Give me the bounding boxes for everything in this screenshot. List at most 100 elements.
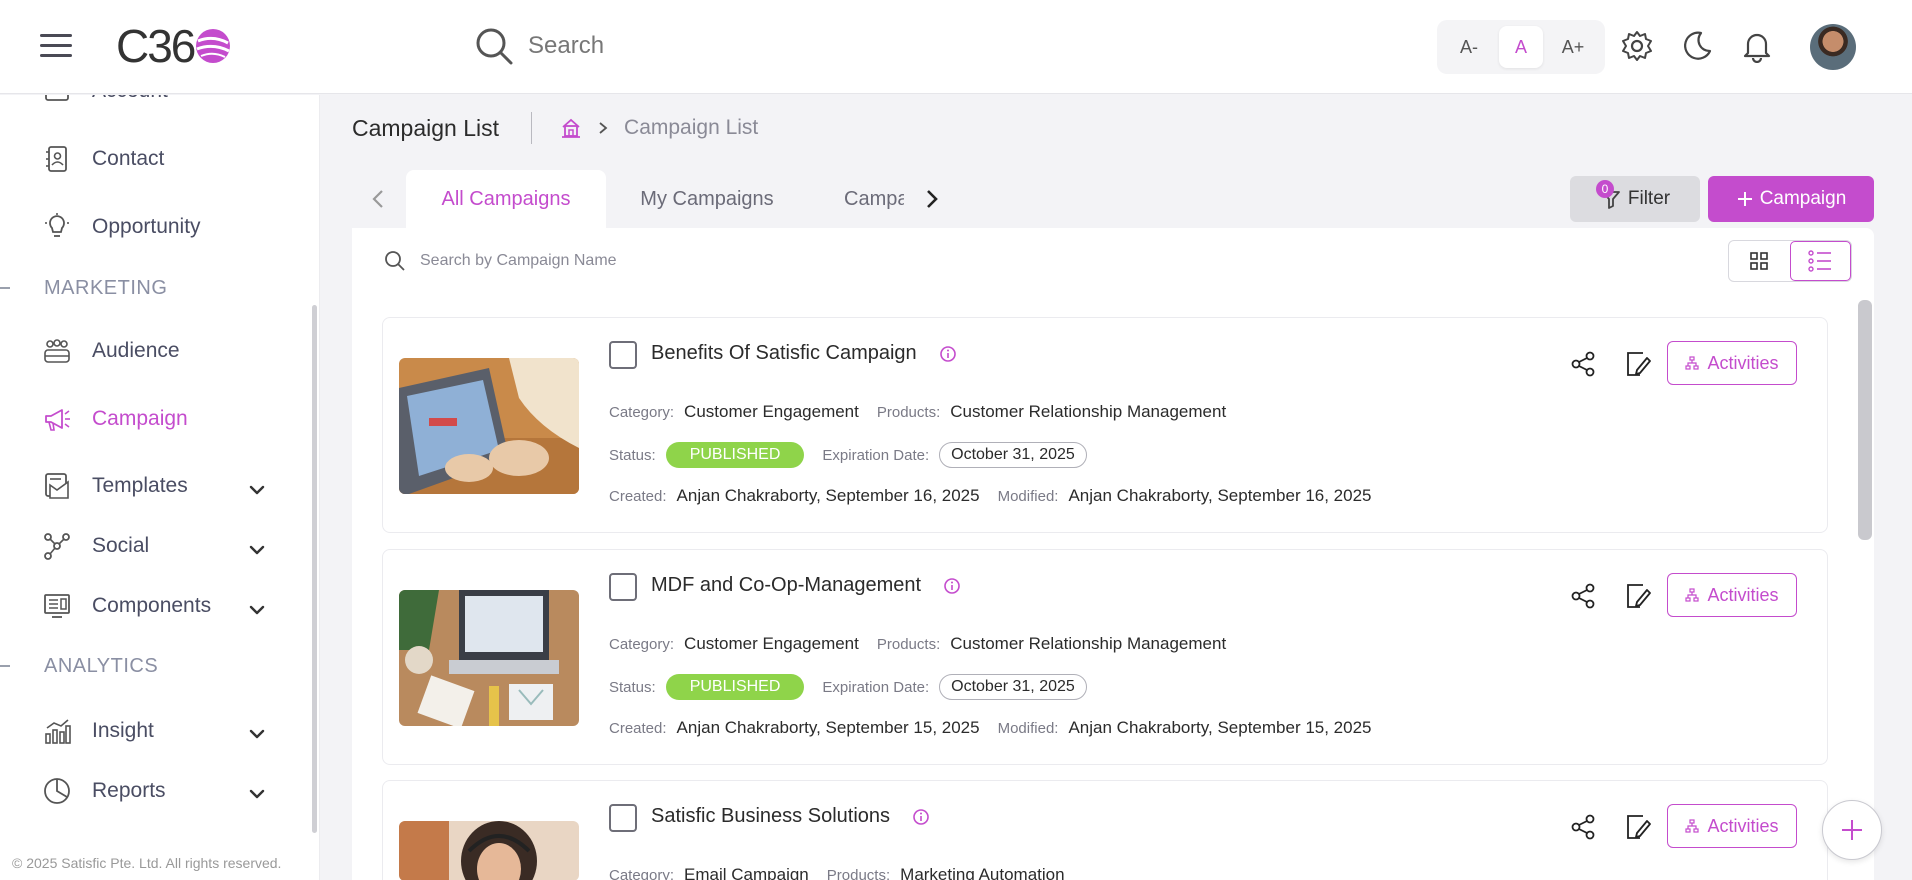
campaign-thumbnail: [399, 821, 579, 880]
sidebar-item-label: Account: [92, 95, 168, 103]
products-label: Products:: [826, 866, 891, 880]
category-row: Category: Customer Engagement Products: …: [609, 634, 1244, 654]
sidebar-item-opportunity[interactable]: Opportunity: [42, 207, 201, 247]
card-checkbox[interactable]: [609, 804, 637, 832]
campaign-card[interactable]: MDF and Co-Op-Management Category: Custo…: [382, 549, 1828, 765]
info-icon[interactable]: [939, 345, 957, 363]
sidebar-item-label: Campaign: [92, 407, 188, 430]
logo-globe-icon: [196, 29, 231, 63]
insight-icon: [45, 719, 71, 744]
modified-label: Modified:: [997, 487, 1059, 505]
sidebar-item-insight[interactable]: Insight: [42, 711, 154, 751]
card-checkbox[interactable]: [609, 341, 637, 369]
status-label: Status:: [609, 446, 656, 464]
settings-icon[interactable]: [1620, 29, 1654, 63]
sidebar-item-reports[interactable]: Reports: [42, 771, 166, 811]
section-divider: [0, 665, 10, 667]
status-badge: PUBLISHED: [665, 674, 805, 700]
edit-icon[interactable]: [1623, 350, 1651, 378]
tab-my-campaigns[interactable]: My Campaigns: [618, 170, 796, 228]
chevron-down-icon[interactable]: [246, 479, 268, 501]
global-search[interactable]: Search: [474, 26, 604, 66]
share-icon[interactable]: [1569, 582, 1597, 610]
social-icon: [44, 533, 70, 560]
status-label: Status:: [609, 678, 656, 696]
activities-label: Activities: [1707, 352, 1779, 373]
sidebar-item-audience[interactable]: Audience: [42, 331, 180, 371]
sidebar-item-social[interactable]: Social: [42, 526, 149, 566]
modified-value: Anjan Chakraborty, September 16, 2025: [1068, 486, 1372, 505]
tabs-prev-icon[interactable]: [366, 186, 392, 212]
tab-campaigns-more[interactable]: Campa: [844, 170, 904, 228]
sidebar-item-contact[interactable]: Contact: [42, 139, 164, 179]
chevron-down-icon[interactable]: [246, 599, 268, 621]
category-value: Customer Engagement: [684, 402, 859, 421]
sidebar-scrollbar[interactable]: [312, 305, 317, 833]
status-badge: PUBLISHED: [665, 442, 805, 468]
breadcrumb-chevron-icon: [599, 122, 608, 134]
list-scrollbar[interactable]: [1858, 300, 1872, 540]
moon-icon[interactable]: [1680, 29, 1714, 63]
created-value: Anjan Chakraborty, September 15, 2025: [676, 718, 980, 737]
sidebar-item-components[interactable]: Components: [42, 586, 211, 626]
hierarchy-icon: [1685, 356, 1700, 370]
sidebar-item-label: Audience: [92, 339, 180, 362]
breadcrumb-current: Campaign List: [624, 116, 759, 139]
created-value: Anjan Chakraborty, September 16, 2025: [676, 486, 980, 505]
reports-icon: [44, 778, 70, 804]
category-value: Email Campaign: [684, 865, 809, 880]
share-icon[interactable]: [1569, 350, 1597, 378]
list-icon: [1808, 250, 1832, 272]
sidebar-item-account[interactable]: Account: [42, 95, 168, 111]
section-title-analytics: ANALYTICS: [44, 655, 159, 677]
sidebar-item-campaign[interactable]: Campaign: [42, 399, 188, 439]
chevron-down-icon[interactable]: [246, 539, 268, 561]
font-increase-button[interactable]: A+: [1551, 26, 1595, 68]
font-default-button[interactable]: A: [1499, 26, 1543, 68]
chevron-down-icon[interactable]: [246, 783, 268, 805]
font-decrease-button[interactable]: A-: [1447, 26, 1491, 68]
list-view-button[interactable]: [1789, 241, 1851, 281]
sidebar-item-templates[interactable]: Templates: [42, 466, 188, 506]
share-icon[interactable]: [1569, 813, 1597, 841]
info-icon[interactable]: [943, 577, 961, 595]
category-label: Category:: [609, 866, 675, 880]
bell-icon[interactable]: [1740, 29, 1774, 63]
campaign-card[interactable]: Satisfic Business Solutions Category: Em…: [382, 780, 1828, 880]
font-size-controls: A- A A+: [1437, 20, 1605, 74]
info-icon[interactable]: [912, 808, 930, 826]
edit-icon[interactable]: [1623, 582, 1651, 610]
activities-button[interactable]: Activities: [1667, 804, 1797, 848]
tabs-next-icon[interactable]: [918, 186, 944, 212]
campaign-card[interactable]: Benefits Of Satisfic Campaign Category: …: [382, 317, 1828, 533]
search-label: Search: [528, 32, 605, 59]
activities-button[interactable]: Activities: [1667, 573, 1797, 617]
add-campaign-button[interactable]: Campaign: [1708, 176, 1874, 222]
category-row: Category: Customer Engagement Products: …: [609, 402, 1244, 422]
user-avatar[interactable]: [1810, 24, 1856, 70]
floating-add-button[interactable]: [1822, 800, 1882, 860]
status-row: Status: PUBLISHED Expiration Date: Octob…: [609, 674, 1087, 700]
home-icon[interactable]: [560, 117, 582, 139]
grid-view-button[interactable]: [1729, 241, 1790, 281]
filter-button[interactable]: 0 Filter: [1570, 176, 1700, 222]
campaign-thumbnail: [399, 358, 579, 494]
expiration-date: October 31, 2025: [939, 674, 1087, 700]
logo[interactable]: C36: [116, 18, 234, 74]
sidebar-item-label: Insight: [92, 719, 154, 742]
category-label: Category:: [609, 635, 675, 653]
edit-icon[interactable]: [1623, 813, 1651, 841]
chevron-down-icon[interactable]: [246, 723, 268, 745]
activities-button[interactable]: Activities: [1667, 341, 1797, 385]
card-checkbox[interactable]: [609, 573, 637, 601]
campaign-title-text: MDF and Co-Op-Management: [651, 574, 922, 596]
templates-icon: [45, 473, 69, 499]
activities-label: Activities: [1707, 584, 1779, 605]
divider: [531, 112, 533, 144]
campaign-search[interactable]: Search by Campaign Name: [384, 250, 617, 272]
filter-label: Filter: [1627, 188, 1671, 209]
tab-all-campaigns[interactable]: All Campaigns: [406, 170, 606, 228]
footer-copyright: © 2025 Satisfic Pte. Ltd. All rights res…: [12, 855, 282, 871]
plus-icon: [1842, 820, 1862, 840]
hamburger-menu-icon[interactable]: [40, 34, 72, 58]
